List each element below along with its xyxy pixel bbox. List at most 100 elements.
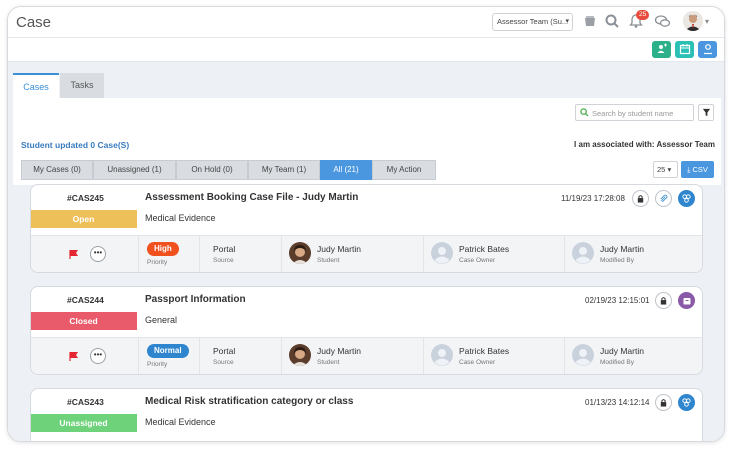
student-label: Student <box>317 359 340 366</box>
filter-all[interactable]: All (21) <box>320 160 372 180</box>
paperclip-icon[interactable] <box>655 190 672 207</box>
search-input[interactable]: Search by student name <box>575 104 694 121</box>
page-title: Case <box>16 14 52 31</box>
user-avatar[interactable] <box>683 11 703 31</box>
box-icon[interactable] <box>678 292 695 309</box>
owner-cell[interactable]: Patrick Bates Case Owner <box>423 236 564 272</box>
updated-count-link[interactable]: Student updated 0 Case(S) <box>21 140 129 150</box>
chevron-down-icon: ▾ <box>667 165 672 174</box>
priority-cell: Normal Priority <box>138 338 199 374</box>
cases-panel: Search by student name Student updated 0… <box>13 98 721 441</box>
filter-unassigned[interactable]: Unassigned (1) <box>93 160 176 180</box>
lock-icon[interactable] <box>632 190 649 207</box>
flag-icon[interactable] <box>69 249 78 259</box>
assign-user-button[interactable] <box>652 41 671 58</box>
associated-team-text: I am associated with: Assessor Team <box>574 140 715 149</box>
chevron-down-icon: ▾ <box>565 18 569 25</box>
filter-on-hold[interactable]: On Hold (0) <box>176 160 248 180</box>
case-list: #CAS245 Open Assessment Booking Case Fil… <box>13 184 721 441</box>
csv-label: CSV <box>692 165 708 174</box>
student-cell[interactable]: Judy Martin Student <box>281 338 423 374</box>
source-cell: Portal Source <box>199 338 281 374</box>
more-options-icon[interactable]: ••• <box>90 348 106 364</box>
filter-button[interactable] <box>698 104 714 121</box>
case-category: Medical Evidence <box>145 417 216 427</box>
tab-cases[interactable]: Cases <box>13 73 59 98</box>
flag-icon[interactable] <box>69 351 78 361</box>
owner-name: Patrick Bates <box>459 244 510 254</box>
case-card[interactable]: #CAS243 Unassigned Medical Risk stratifi… <box>30 388 703 441</box>
student-cell[interactable]: Judy Martin Student <box>281 236 423 272</box>
owner-label: Case Owner <box>459 257 496 264</box>
student-avatar <box>289 344 311 366</box>
case-id: #CAS244 <box>67 295 104 305</box>
page-size-value: 25 <box>657 165 666 174</box>
source-value: Portal <box>213 346 236 356</box>
priority-badge: High <box>147 242 179 256</box>
case-title[interactable]: Passport Information <box>145 294 246 305</box>
student-avatar <box>289 242 311 264</box>
chat-icon[interactable] <box>654 13 672 31</box>
priority-label: Priority <box>147 361 168 368</box>
status-badge: Closed <box>31 312 137 330</box>
calendar-button[interactable] <box>675 41 694 58</box>
case-id: #CAS243 <box>67 397 104 407</box>
case-title[interactable]: Medical Risk stratification category or … <box>145 396 353 407</box>
csv-export-button[interactable]: ⤓ CSV <box>681 161 714 178</box>
content-area: Cases Tasks Search by student name Stude… <box>8 62 724 441</box>
tab-tasks[interactable]: Tasks <box>60 73 104 98</box>
search-placeholder: Search by student name <box>592 109 674 118</box>
case-card[interactable]: #CAS245 Open Assessment Booking Case Fil… <box>30 184 703 273</box>
student-name: Judy Martin <box>317 244 361 254</box>
student-name: Judy Martin <box>317 346 361 356</box>
case-card[interactable]: #CAS244 Closed Passport Information Gene… <box>30 286 703 375</box>
priority-cell: High Priority <box>138 236 199 272</box>
lock-icon[interactable] <box>655 292 672 309</box>
owner-avatar <box>431 344 453 366</box>
app-window: Case Assessor Team (Su... ▾ 25 ▾ Cases T… <box>7 6 725 442</box>
modified-name: Judy Martin <box>600 244 644 254</box>
search-icon[interactable] <box>604 13 622 31</box>
status-badge: Unassigned <box>31 414 137 432</box>
modified-cell[interactable]: Judy Martin Modified By <box>564 338 702 374</box>
search-icon <box>580 108 589 119</box>
source-label: Source <box>213 257 234 264</box>
download-icon: ⤓ <box>687 165 691 174</box>
inbox-icon[interactable] <box>582 13 600 31</box>
source-cell: Portal Source <box>199 236 281 272</box>
case-details-row: ••• High Priority Portal Source Judy Mar… <box>31 235 702 272</box>
modified-label: Modified By <box>600 359 634 366</box>
filter-my-cases[interactable]: My Cases (0) <box>21 160 93 180</box>
status-badge: Open <box>31 210 137 228</box>
case-date: 02/19/23 12:15:01 <box>585 296 650 305</box>
lock-icon[interactable] <box>655 394 672 411</box>
more-options-icon[interactable]: ••• <box>90 246 106 262</box>
priority-badge: Normal <box>147 344 189 358</box>
modified-avatar <box>572 344 594 366</box>
source-value: Portal <box>213 244 236 254</box>
notification-badge: 25 <box>636 10 650 20</box>
modified-cell[interactable]: Judy Martin Modified By <box>564 236 702 272</box>
team-select[interactable]: Assessor Team (Su... ▾ <box>492 13 573 31</box>
case-category: Medical Evidence <box>145 213 216 223</box>
modified-label: Modified By <box>600 257 634 264</box>
filter-my-team[interactable]: My Team (1) <box>248 160 320 180</box>
student-label: Student <box>317 257 340 264</box>
source-label: Source <box>213 359 234 366</box>
team-select-value: Assessor Team (Su... <box>497 17 569 26</box>
modified-avatar <box>572 242 594 264</box>
case-date: 01/13/23 14:12:14 <box>585 398 650 407</box>
case-title[interactable]: Assessment Booking Case File - Judy Mart… <box>145 192 358 203</box>
case-category: General <box>145 315 178 325</box>
owner-name: Patrick Bates <box>459 346 510 356</box>
portal-icon[interactable] <box>678 394 695 411</box>
modified-name: Judy Martin <box>600 346 644 356</box>
page-size-select[interactable]: 25 ▾ <box>653 161 678 178</box>
owner-cell[interactable]: Patrick Bates Case Owner <box>423 338 564 374</box>
action-bar <box>8 38 724 62</box>
portal-icon[interactable] <box>678 190 695 207</box>
chevron-down-icon[interactable]: ▾ <box>705 17 709 26</box>
case-date: 11/19/23 17:28:08 <box>561 194 625 203</box>
person-button[interactable] <box>698 41 717 58</box>
filter-my-action[interactable]: My Action <box>372 160 436 180</box>
